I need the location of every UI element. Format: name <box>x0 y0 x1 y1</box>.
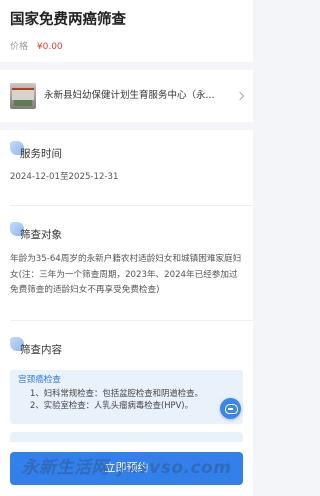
info-box-title: 宫颈癌检查 <box>18 375 61 385</box>
book-now-button[interactable]: 立即预约 <box>10 452 243 485</box>
org-card[interactable]: 永新县妇幼保健计划生育服务中心（永... <box>0 70 253 122</box>
divider <box>10 205 253 206</box>
bottom-action-bar: 立即预约 <box>0 446 253 496</box>
target-section: 筛查对象 年龄为35-64周岁的永新户籍农村适龄妇女和城镇困难家庭妇女(注：三年… <box>0 222 253 299</box>
page: 国家免费两癌筛查 价格 ¥0.00 永新县妇幼保健计划生育服务中心（永... 服… <box>0 0 253 496</box>
target-text: 年龄为35-64周岁的永新户籍农村适龄妇女和城镇困难家庭妇女(注：三年为一个筛查… <box>10 254 242 295</box>
org-thumbnail <box>10 83 36 109</box>
section-header: 筛查内容 <box>0 337 253 359</box>
service-time-section: 服务时间 2024-12-01至2025-12-31 <box>0 141 253 186</box>
price-value: ¥0.00 <box>36 42 63 52</box>
section-header: 筛查对象 <box>0 222 253 244</box>
target-title: 筛查对象 <box>20 229 62 241</box>
service-time-text: 2024-12-01至2025-12-31 <box>10 172 119 182</box>
content-section: 筛查内容 <box>0 337 253 359</box>
org-name: 永新县妇幼保健计划生育服务中心（永... <box>44 90 215 101</box>
chevron-right-icon <box>235 91 245 101</box>
details-card: 服务时间 2024-12-01至2025-12-31 筛查对象 年龄为35-64… <box>0 130 253 496</box>
content-title: 筛查内容 <box>20 344 62 356</box>
list-item: 2、实验室检查：人乳头瘤病毒检查(HPV)。 <box>30 400 193 410</box>
service-time-title: 服务时间 <box>20 148 62 160</box>
section-header: 服务时间 <box>0 141 253 163</box>
price-label: 价格 <box>10 42 29 52</box>
list-item: 1、妇科常规检查：包括盆腔检查和阴道检查。 <box>30 388 203 398</box>
divider <box>10 320 253 321</box>
customer-service-icon[interactable] <box>220 398 241 419</box>
price-row: 价格 ¥0.00 <box>10 41 243 53</box>
page-title: 国家免费两癌筛查 <box>10 12 126 28</box>
title-card: 国家免费两癌筛查 价格 ¥0.00 <box>0 0 253 62</box>
next-info-box <box>10 432 243 442</box>
cervical-cancer-box: 宫颈癌检查 1、妇科常规检查：包括盆腔检查和阴道检查。 2、实验室检查：人乳头瘤… <box>10 370 243 424</box>
